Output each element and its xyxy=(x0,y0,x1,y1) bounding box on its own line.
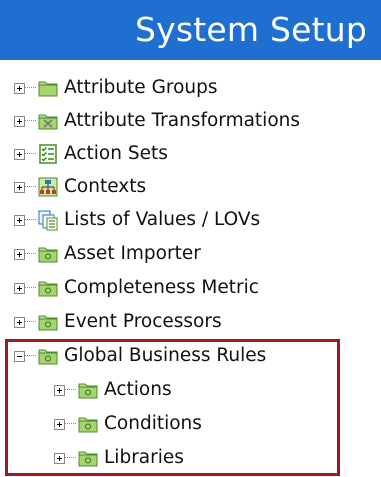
tree-item-attribute-transformations[interactable]: Attribute Transformations xyxy=(14,107,300,135)
expand-icon[interactable] xyxy=(14,316,25,328)
expand-icon[interactable] xyxy=(14,248,25,260)
tree-item-asset-importer[interactable]: Asset Importer xyxy=(14,240,201,268)
tree-item-label: Attribute Transformations xyxy=(64,110,301,131)
setup-tree: Attribute Groups Attribute Transformatio… xyxy=(0,0,381,477)
folder-icon xyxy=(37,77,59,99)
tree-item-label: Asset Importer xyxy=(64,243,201,264)
tree-item-contexts[interactable]: Contexts xyxy=(14,173,146,201)
hierarchy-icon xyxy=(37,176,59,198)
tree-connector xyxy=(25,153,36,155)
tree-item-label: Attribute Groups xyxy=(64,77,218,98)
tree-connector xyxy=(25,219,36,221)
folder-icon xyxy=(37,243,59,265)
tree-item-lists-of-values[interactable]: Lists of Values / LOVs xyxy=(14,206,260,234)
folder-icon xyxy=(37,277,59,299)
tree-item-event-processors[interactable]: Event Processors xyxy=(14,308,222,336)
folder-icon xyxy=(37,311,59,333)
tree-item-label: Lists of Values / LOVs xyxy=(64,209,261,230)
tree-connector xyxy=(25,87,36,89)
tree-item-label: Completeness Metric xyxy=(64,277,259,298)
expand-icon[interactable] xyxy=(14,214,25,226)
tree-item-label: Action Sets xyxy=(64,143,168,164)
highlight-box xyxy=(5,339,340,476)
expand-icon[interactable] xyxy=(14,115,25,127)
expand-icon[interactable] xyxy=(14,282,25,294)
tree-connector xyxy=(25,321,36,323)
tree-item-label: Contexts xyxy=(64,176,147,197)
expand-icon[interactable] xyxy=(14,181,25,193)
tree-item-completeness-metric[interactable]: Completeness Metric xyxy=(14,274,259,302)
expand-icon[interactable] xyxy=(14,82,25,94)
checklist-icon xyxy=(37,143,59,165)
tree-connector xyxy=(25,120,36,122)
expand-icon[interactable] xyxy=(14,148,25,160)
list-of-values-icon xyxy=(37,209,59,231)
tree-item-action-sets[interactable]: Action Sets xyxy=(14,140,168,168)
tree-connector xyxy=(25,253,36,255)
tree-item-attribute-groups[interactable]: Attribute Groups xyxy=(14,74,218,102)
tree-connector xyxy=(25,287,36,289)
tree-item-label: Event Processors xyxy=(64,311,222,332)
tree-connector xyxy=(25,186,36,188)
transformation-folder-icon xyxy=(37,110,59,132)
